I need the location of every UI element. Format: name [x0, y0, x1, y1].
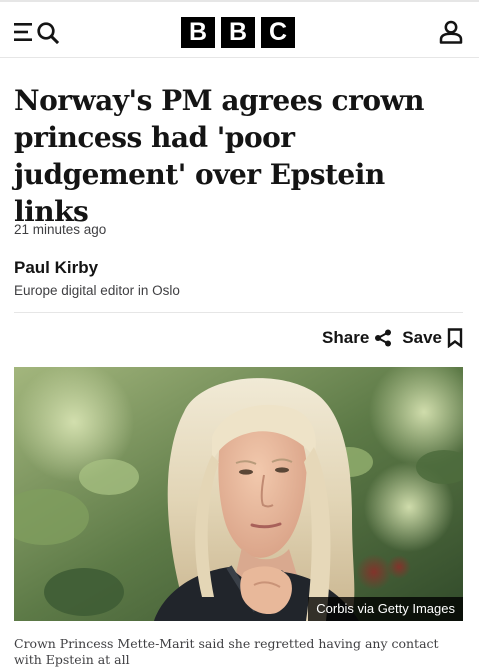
logo-letter: C — [261, 17, 295, 48]
save-button[interactable]: Save — [402, 328, 463, 348]
article-timestamp: 21 minutes ago — [14, 222, 107, 237]
share-button[interactable]: Share — [322, 328, 392, 348]
search-icon — [37, 22, 60, 45]
top-navigation-bar: B B C — [0, 0, 479, 58]
bbc-logo[interactable]: B B C — [181, 17, 295, 48]
bookmark-icon — [447, 328, 463, 348]
menu-search-button[interactable] — [14, 20, 60, 45]
crown-princess-photo — [14, 367, 463, 621]
logo-letter: B — [181, 17, 215, 48]
share-icon — [375, 329, 392, 347]
article-hero-image: Corbis via Getty Images — [14, 367, 463, 621]
article-actions: Share Save — [322, 326, 463, 350]
account-button[interactable] — [439, 20, 463, 44]
logo-letter: B — [221, 17, 255, 48]
share-label: Share — [322, 328, 370, 347]
image-credit: Corbis via Getty Images — [308, 597, 463, 621]
menu-icon — [14, 22, 60, 45]
byline-divider — [14, 312, 463, 313]
author-role: Europe digital editor in Oslo — [14, 283, 180, 298]
author-name: Paul Kirby — [14, 258, 99, 277]
save-label: Save — [402, 328, 442, 347]
account-icon — [439, 20, 463, 44]
image-caption: Crown Princess Mette-Marit said she regr… — [14, 636, 439, 667]
article-headline: Norway's PM agrees crown princess had 'p… — [14, 84, 424, 228]
